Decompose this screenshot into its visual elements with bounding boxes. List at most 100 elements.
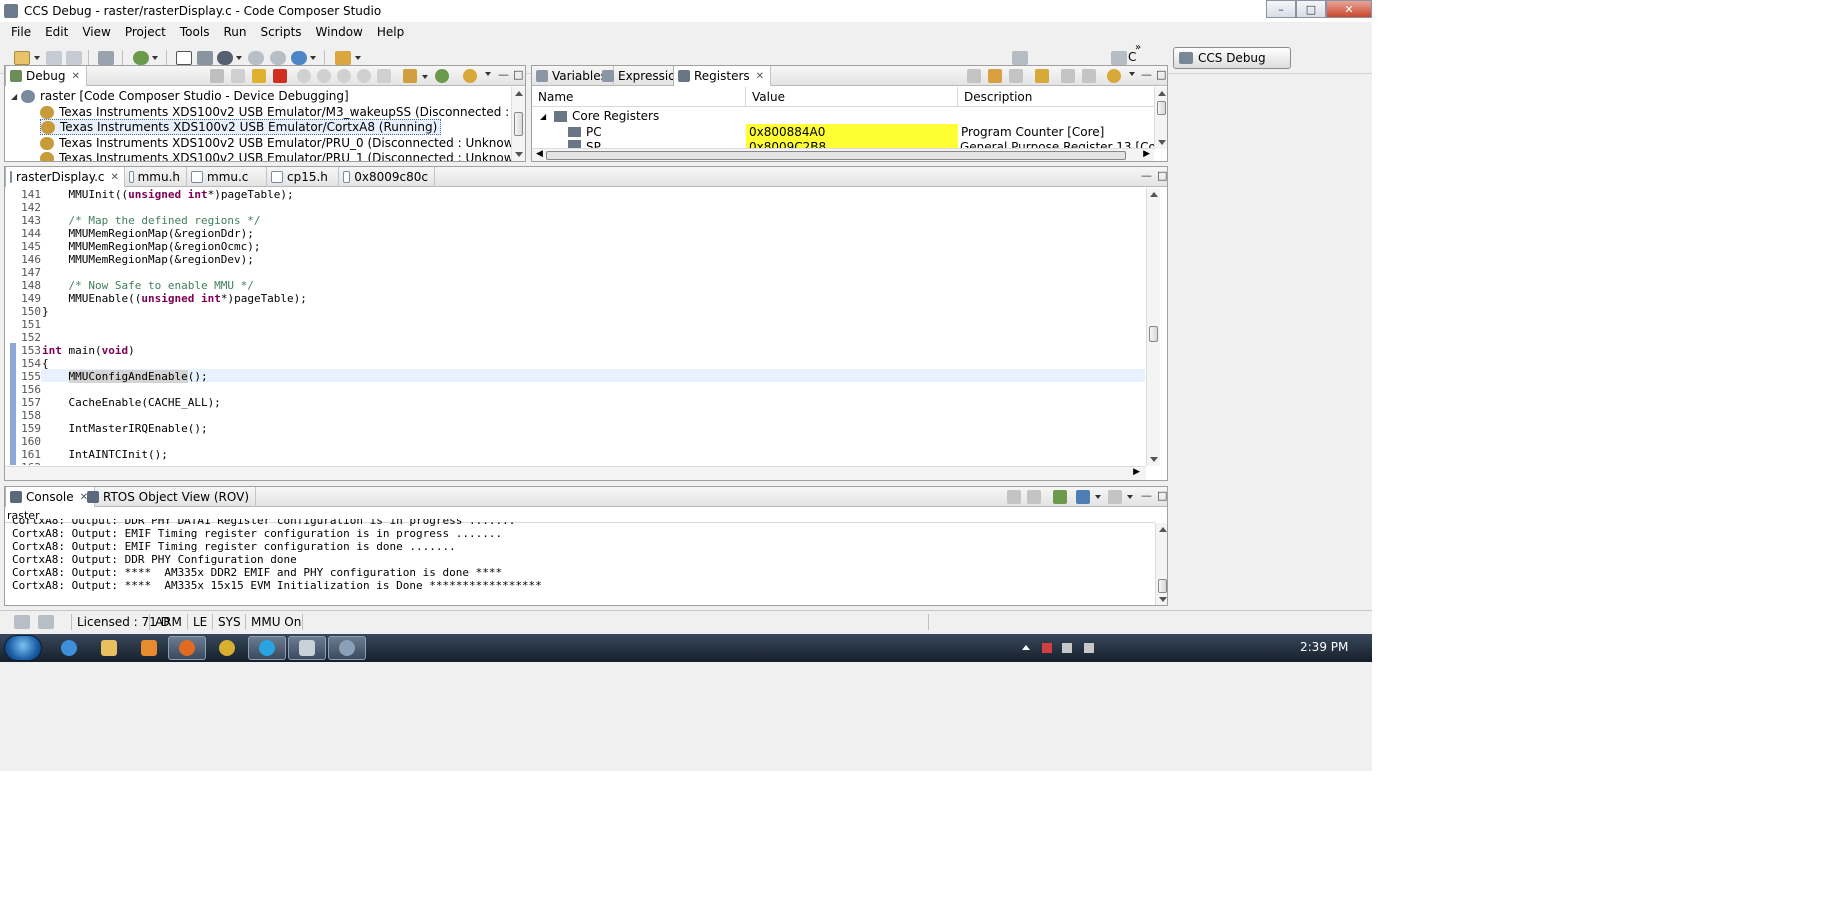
suspend-icon[interactable] — [252, 69, 266, 83]
save-icon[interactable] — [46, 51, 62, 65]
close-icon[interactable]: ✕ — [756, 71, 764, 82]
step-over-icon[interactable] — [270, 51, 286, 65]
menu-view[interactable]: View — [75, 25, 117, 39]
remove-terminated-icon[interactable] — [210, 69, 224, 83]
editor-horizontal-scrollbar[interactable]: ▶ — [5, 466, 1146, 480]
restart-icon[interactable] — [377, 69, 391, 83]
taskbar-app[interactable] — [328, 636, 366, 660]
code-line[interactable]: 157 CacheEnable(CACHE_ALL); — [17, 396, 221, 409]
taskbar-chrome[interactable] — [208, 636, 246, 660]
continuous-refresh-icon[interactable] — [1107, 69, 1121, 83]
close-icon[interactable]: ✕ — [71, 71, 79, 82]
code-line[interactable]: 141 MMUInit((unsigned int*)pageTable); — [17, 188, 294, 201]
menu-run[interactable]: Run — [216, 25, 253, 39]
step-icon[interactable] — [248, 51, 264, 65]
tab-disassembly-address[interactable]: 0x8009c80c — [339, 167, 435, 187]
code-line[interactable]: 145 MMUMemRegionMap(&regionOcmc); — [17, 240, 260, 253]
tab-mmu-c[interactable]: mmu.c — [187, 167, 267, 187]
code-line[interactable]: 155 MMUConfigAndEnable(); — [17, 370, 208, 383]
skip-breakpoints-icon[interactable] — [176, 51, 192, 65]
code-line[interactable]: 144 MMUMemRegionMap(&regionDdr); — [17, 227, 254, 240]
tab-mmu-h[interactable]: mmu.h — [125, 167, 187, 187]
taskbar-firefox[interactable] — [168, 636, 206, 660]
tab-cp15-h[interactable]: cp15.h — [267, 167, 339, 187]
collapse-all-icon[interactable] — [967, 69, 981, 83]
sync-icon[interactable] — [463, 69, 477, 83]
menu-scripts[interactable]: Scripts — [253, 25, 308, 39]
taskbar-clock[interactable]: 2:39 PM — [1300, 640, 1348, 654]
tools-dropdown-icon[interactable] — [355, 56, 361, 60]
register-group-row[interactable]: ◢ Core Registers — [540, 108, 659, 124]
refresh-dropdown-icon[interactable] — [310, 56, 316, 60]
maximize-view-icon[interactable]: □ — [513, 68, 523, 81]
minimize-view-icon[interactable]: — — [498, 68, 509, 81]
tab-registers[interactable]: Registers ✕ — [673, 66, 772, 86]
breakpoint-dropdown-icon[interactable] — [236, 56, 242, 60]
refresh-registers-icon[interactable] — [1035, 69, 1049, 83]
resume-icon[interactable] — [231, 69, 245, 83]
menu-tools[interactable]: Tools — [173, 25, 217, 39]
new-view-icon[interactable] — [1082, 69, 1096, 83]
target-config-icon[interactable] — [38, 615, 54, 629]
code-line[interactable]: 154{ — [17, 357, 49, 370]
terminate-icon[interactable] — [273, 69, 287, 83]
step-into-icon[interactable] — [297, 69, 311, 83]
debug-view-scrollbar[interactable] — [511, 87, 525, 161]
code-line[interactable]: 153int main(void) — [17, 344, 135, 357]
maximize-view-icon[interactable]: □ — [1157, 489, 1167, 502]
minimize-view-icon[interactable]: — — [1141, 169, 1152, 182]
taskbar-media[interactable] — [130, 636, 168, 660]
collapse-icon[interactable]: ◢ — [540, 112, 554, 121]
minimize-view-icon[interactable]: — — [1141, 489, 1152, 502]
target-dropdown-icon[interactable] — [422, 75, 428, 79]
debug-target-item[interactable]: Texas Instruments XDS100v2 USB Emulator/… — [40, 104, 525, 120]
collapse-icon[interactable]: ◢ — [11, 92, 21, 101]
taskbar-ccs[interactable] — [288, 636, 326, 660]
display-console-dropdown-icon[interactable] — [1095, 495, 1101, 499]
connect-icon[interactable] — [197, 51, 213, 65]
code-line[interactable]: 150} — [17, 305, 49, 318]
code-line[interactable]: 158 — [17, 409, 42, 422]
maximize-view-icon[interactable]: □ — [1156, 68, 1166, 81]
step-over-small-icon[interactable] — [317, 69, 331, 83]
remove-group-icon[interactable] — [1009, 69, 1023, 83]
code-line[interactable]: 161 IntAINTCInit(); — [17, 448, 168, 461]
network-icon[interactable] — [1062, 643, 1072, 653]
tab-debug[interactable]: Debug ✕ — [5, 66, 87, 86]
code-line[interactable]: 148 /* Now Safe to enable MMU */ — [17, 279, 254, 292]
pin-icon[interactable] — [1061, 69, 1075, 83]
code-line[interactable]: 156 — [17, 383, 42, 396]
menu-file[interactable]: File — [4, 25, 38, 39]
breakpoint-icon[interactable] — [217, 51, 233, 65]
menu-project[interactable]: Project — [118, 25, 173, 39]
code-line[interactable]: 147 — [17, 266, 42, 279]
show-hidden-icons[interactable] — [1022, 645, 1030, 650]
new-icon[interactable] — [14, 51, 30, 65]
debug-icon[interactable] — [133, 51, 149, 65]
maximize-button[interactable]: □ — [1296, 0, 1326, 18]
taskbar-ie[interactable] — [50, 636, 88, 660]
menu-edit[interactable]: Edit — [38, 25, 75, 39]
scroll-lock-icon[interactable] — [1027, 490, 1041, 504]
column-value[interactable]: Value — [746, 87, 958, 107]
minimize-view-icon[interactable]: — — [1141, 68, 1152, 81]
close-button[interactable]: ✕ — [1326, 0, 1372, 18]
target-icon[interactable] — [403, 69, 417, 83]
view-menu-icon[interactable] — [1129, 72, 1135, 76]
maximize-view-icon[interactable]: □ — [1157, 169, 1167, 182]
code-line[interactable]: 152 — [17, 331, 42, 344]
open-console-icon[interactable] — [98, 51, 114, 65]
code-line[interactable]: 162 — [17, 461, 42, 465]
action-center-icon[interactable] — [1042, 643, 1052, 653]
code-line[interactable]: 151 — [17, 318, 42, 331]
new-dropdown-icon[interactable] — [34, 56, 40, 60]
refresh-icon[interactable] — [291, 51, 307, 65]
taskbar-explorer[interactable] — [90, 636, 128, 660]
column-name[interactable]: Name — [532, 87, 746, 107]
tab-rasterdisplay-c[interactable]: rasterDisplay.c ✕ — [5, 167, 125, 187]
debug-session-item[interactable]: ◢ raster [Code Composer Studio - Device … — [11, 88, 349, 104]
other-perspective-icon[interactable] — [1111, 51, 1127, 65]
overflow-chevron-icon[interactable]: » — [1135, 42, 1141, 53]
ccs-debug-perspective-button[interactable]: CCS Debug — [1173, 47, 1291, 69]
display-console-icon[interactable] — [1076, 490, 1090, 504]
